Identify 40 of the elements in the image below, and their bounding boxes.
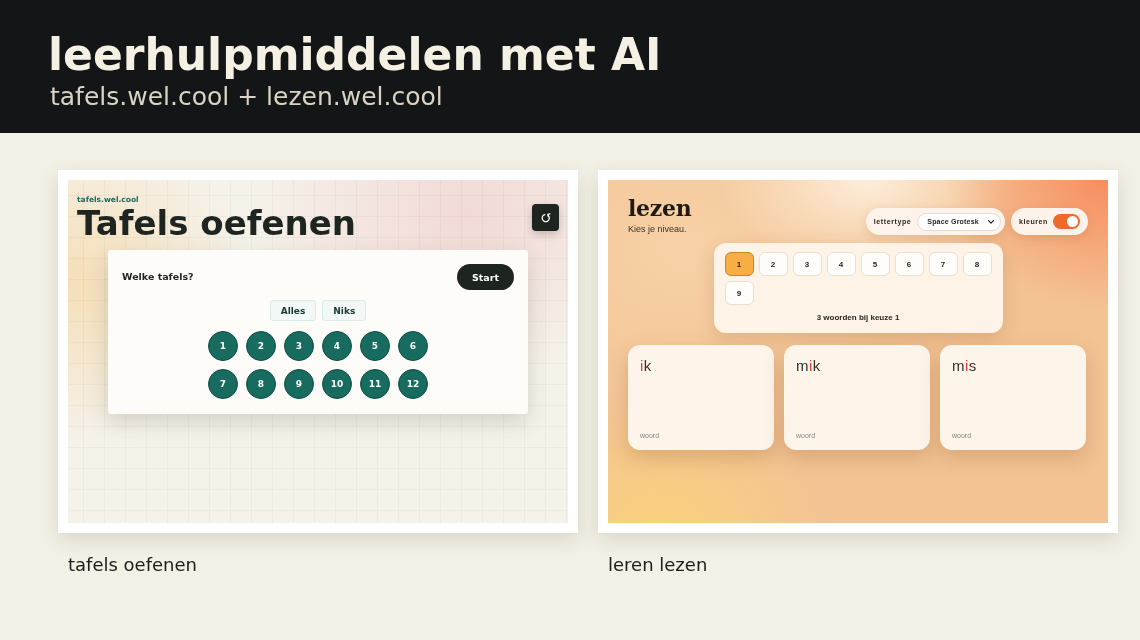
quick-select-button[interactable]: Niks bbox=[322, 300, 367, 321]
screenshot-caption: tafels oefenen bbox=[68, 555, 197, 575]
word-text: ik bbox=[640, 357, 652, 374]
reset-icon bbox=[540, 212, 551, 223]
toggle-switch[interactable] bbox=[1053, 214, 1080, 229]
level-summary: 3 woorden bij keuze 1 bbox=[816, 313, 900, 323]
level-button[interactable]: 2 bbox=[758, 252, 788, 276]
table-number-button[interactable]: 1 bbox=[208, 331, 238, 361]
level-button[interactable]: 3 bbox=[792, 252, 822, 276]
table-number-button[interactable]: 7 bbox=[208, 369, 238, 399]
app-subtitle: Kies je niveau. bbox=[628, 224, 687, 235]
level-button[interactable]: 5 bbox=[860, 252, 890, 276]
level-button[interactable]: 1 bbox=[724, 252, 754, 276]
panel-heading: Welke tafels? bbox=[122, 271, 194, 283]
table-number-button[interactable]: 8 bbox=[246, 369, 276, 399]
table-number-button[interactable]: 2 bbox=[246, 331, 276, 361]
screenshot-caption: leren lezen bbox=[608, 555, 708, 575]
word-text: mik bbox=[796, 357, 821, 374]
table-number-button[interactable]: 11 bbox=[360, 369, 390, 399]
table-number-button[interactable]: 5 bbox=[360, 331, 390, 361]
start-button[interactable]: Start bbox=[457, 264, 514, 290]
level-button[interactable]: 7 bbox=[928, 252, 958, 276]
level-button[interactable]: 9 bbox=[724, 281, 754, 305]
reset-button[interactable] bbox=[532, 204, 559, 231]
page-title: leerhulpmiddelen met AI bbox=[48, 30, 662, 80]
table-number-button[interactable]: 6 bbox=[398, 331, 428, 361]
app-title: Tafels oefenen bbox=[77, 204, 357, 242]
level-button[interactable]: 8 bbox=[962, 252, 992, 276]
level-button[interactable]: 6 bbox=[894, 252, 924, 276]
table-number-button[interactable]: 10 bbox=[322, 369, 352, 399]
table-number-button[interactable]: 4 bbox=[322, 331, 352, 361]
app-title: lezen bbox=[628, 195, 692, 221]
quick-select-button[interactable]: Alles bbox=[269, 300, 317, 321]
table-number-button[interactable]: 9 bbox=[284, 369, 314, 399]
table-number-button[interactable]: 3 bbox=[284, 331, 314, 361]
chevron-down-icon bbox=[987, 219, 994, 224]
page-subtitle: tafels.wel.cool + lezen.wel.cool bbox=[50, 82, 443, 111]
word-text: mis bbox=[952, 357, 977, 374]
table-number-button[interactable]: 12 bbox=[398, 369, 428, 399]
level-button[interactable]: 4 bbox=[826, 252, 856, 276]
